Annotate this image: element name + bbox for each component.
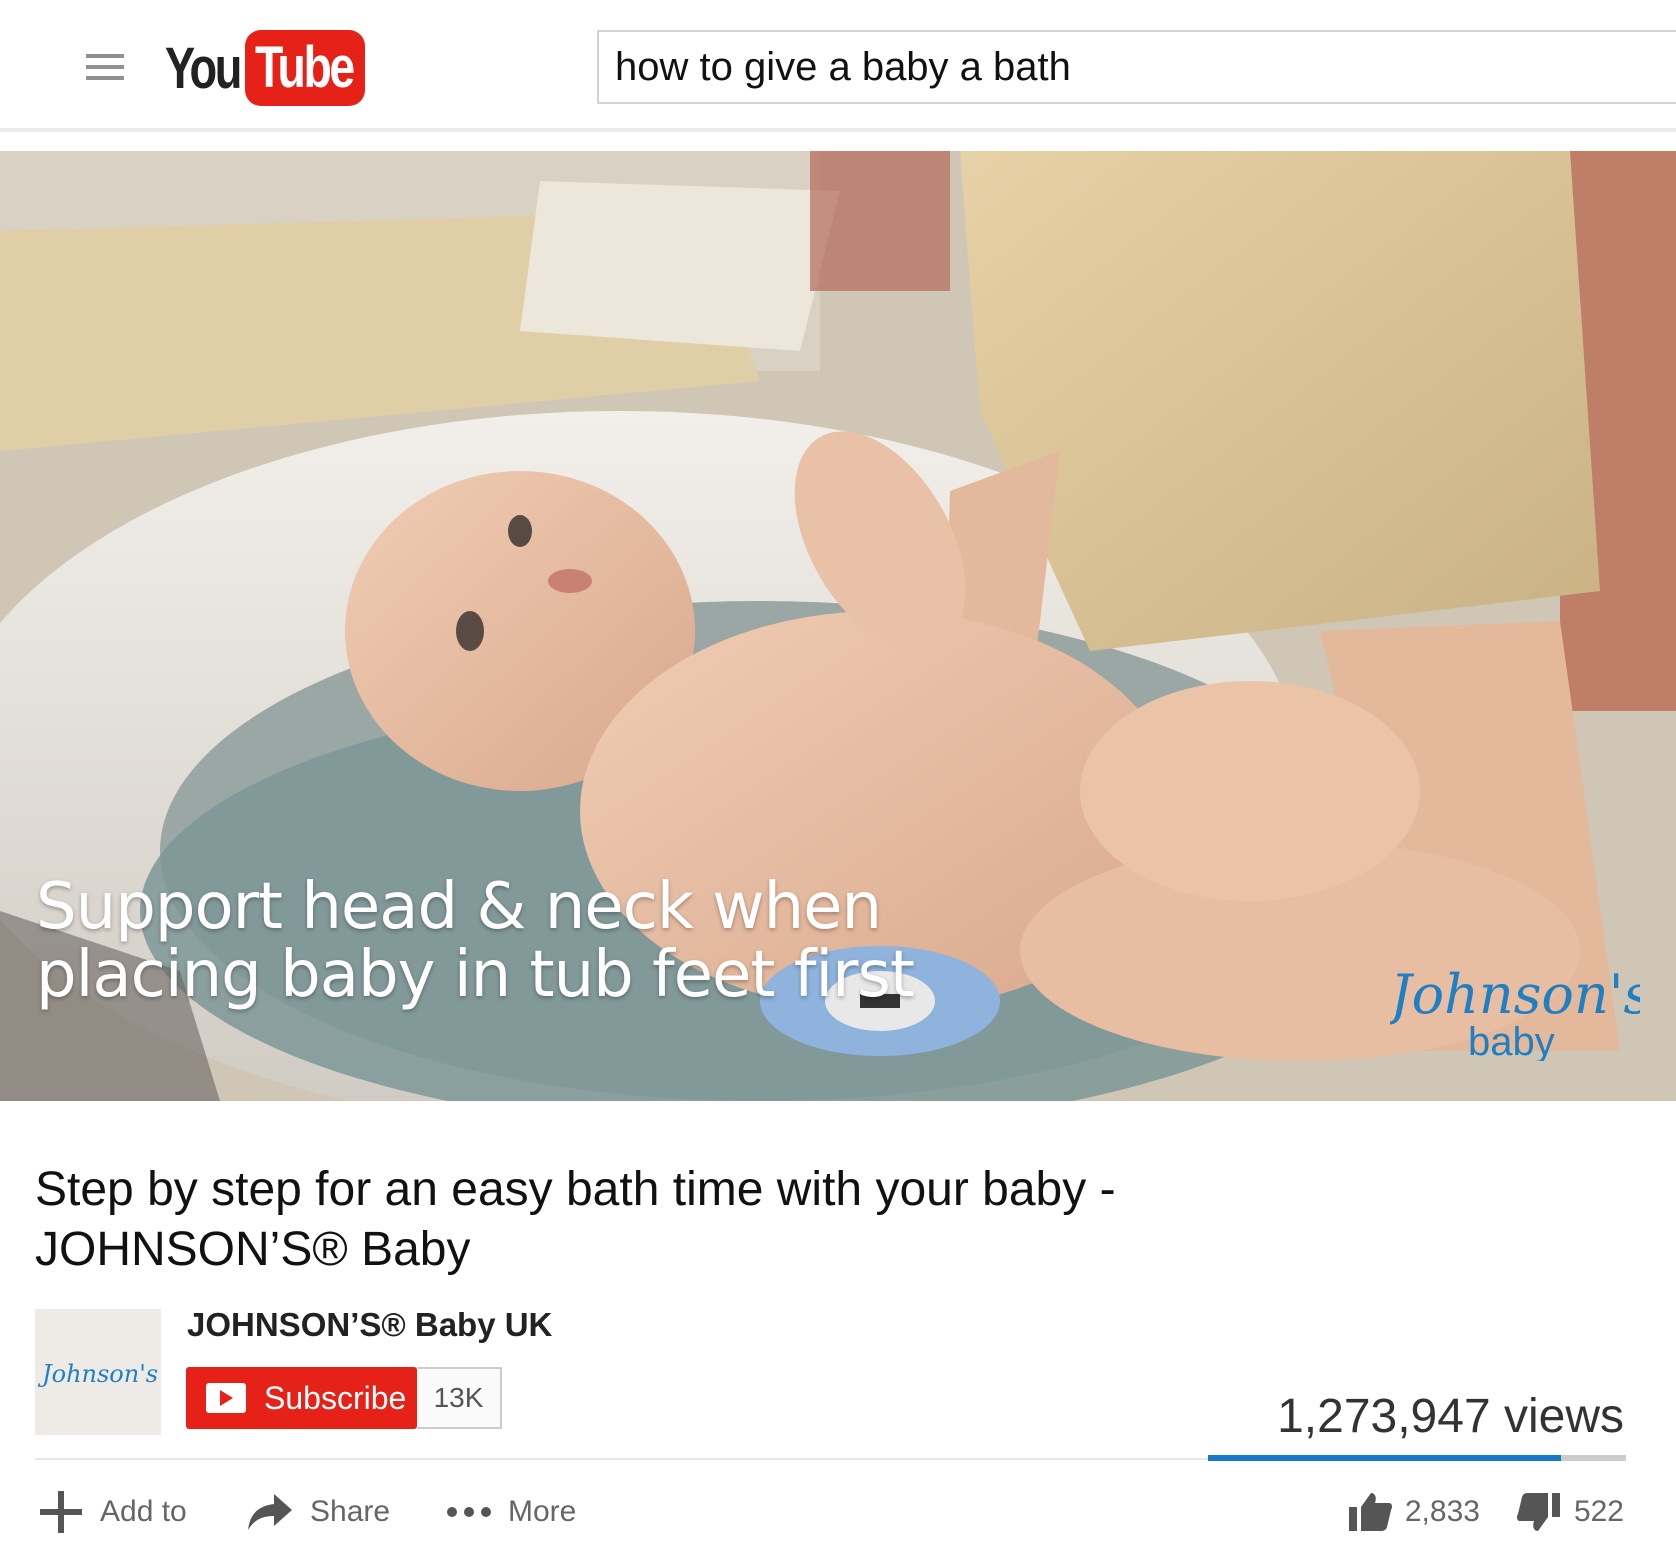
logo-tube-badge: Tube (245, 30, 365, 106)
share-button[interactable]: Share (246, 1487, 390, 1537)
like-ratio-fill (1208, 1455, 1562, 1461)
like-dislike-group: 2,833 522 (1347, 1487, 1624, 1537)
add-to-button[interactable]: Add to (38, 1487, 187, 1537)
logo-you-text: You (165, 35, 242, 101)
dislike-count: 522 (1573, 1495, 1624, 1528)
channel-avatar[interactable]: Johnson's (35, 1309, 161, 1435)
more-button[interactable]: More (446, 1487, 576, 1537)
like-count: 2,833 (1404, 1495, 1480, 1528)
caption-line-2: placing baby in tub feet first (36, 938, 915, 1012)
thumbs-up-icon (1347, 1491, 1393, 1533)
search-input[interactable] (599, 32, 1676, 102)
share-label: Share (310, 1495, 391, 1528)
thumbs-down-icon (1516, 1491, 1562, 1533)
more-dots-icon (446, 1506, 492, 1518)
video-caption: Support head & neck when placing baby in… (36, 870, 915, 1012)
svg-text:Johnson's: Johnson's (38, 1360, 158, 1388)
search-box[interactable] (597, 30, 1676, 104)
view-count: 1,273,947 views (1277, 1390, 1624, 1443)
plus-icon (38, 1489, 84, 1535)
hamburger-menu-icon[interactable] (86, 54, 124, 84)
channel-name-link[interactable]: JOHNSON’S® Baby UK (187, 1306, 552, 1344)
caption-line-1: Support head & neck when (36, 870, 882, 944)
subscribe-label: Subscribe (264, 1379, 407, 1416)
video-title-line-2: JOHNSON’S® Baby (35, 1223, 471, 1276)
video-title-line-1: Step by step for an easy bath time with … (35, 1163, 1116, 1216)
dislike-button[interactable]: 522 (1516, 1491, 1624, 1533)
svg-text:baby: baby (1468, 1020, 1555, 1061)
youtube-play-icon (206, 1383, 246, 1413)
masthead: You Tube (0, 0, 1676, 132)
youtube-logo[interactable]: You Tube (165, 30, 365, 106)
youtube-watch-page: You Tube how to give a baby a bath Suppo… (0, 0, 1676, 1558)
johnsons-baby-watermark: Johnson's baby (1390, 963, 1640, 1061)
like-dislike-bar (1208, 1455, 1626, 1461)
like-button[interactable]: 2,833 (1347, 1491, 1480, 1533)
svg-text:Johnson's: Johnson's (1390, 963, 1640, 1026)
subscriber-count: 13K (417, 1367, 502, 1429)
more-label: More (508, 1495, 577, 1528)
share-arrow-icon (246, 1492, 294, 1532)
video-player[interactable]: Support head & neck when placing baby in… (0, 151, 1676, 1101)
add-to-label: Add to (100, 1495, 187, 1528)
video-title: Step by step for an easy bath time with … (35, 1160, 1335, 1280)
subscribe-button[interactable]: Subscribe (186, 1367, 417, 1429)
